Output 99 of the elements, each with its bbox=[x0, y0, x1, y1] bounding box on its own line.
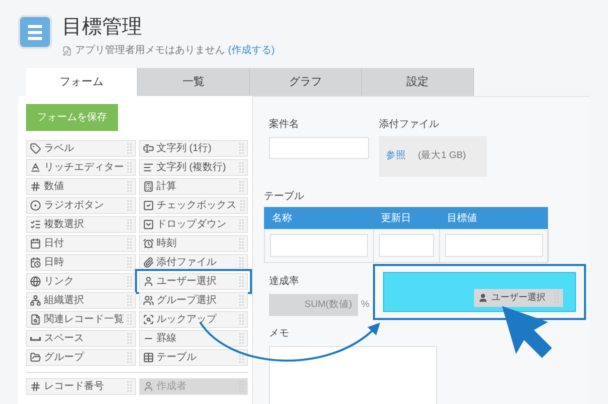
palette-item[interactable]: 関連レコード一覧 bbox=[26, 311, 136, 328]
column-header: 目標値 bbox=[446, 212, 478, 226]
tag-icon bbox=[30, 143, 41, 154]
table-input-field[interactable] bbox=[379, 234, 434, 257]
column-header: 名称 bbox=[271, 212, 293, 226]
text-field-icon bbox=[142, 143, 154, 154]
drag-handle-icon[interactable] bbox=[239, 332, 244, 344]
palette-item[interactable]: テーブル bbox=[138, 349, 248, 366]
hash-icon bbox=[30, 181, 41, 192]
calculator-icon bbox=[142, 181, 154, 192]
palette-item[interactable]: 文字列 (複数行) bbox=[138, 159, 248, 176]
field-label: 案件名 bbox=[269, 118, 300, 132]
palette-item[interactable]: 日付 bbox=[26, 235, 136, 252]
size-limit: (最大1 GB) bbox=[418, 149, 466, 164]
search-icon bbox=[142, 314, 154, 325]
table-icon bbox=[142, 352, 154, 363]
palette-item[interactable]: 日時 bbox=[26, 254, 136, 271]
tab[interactable]: フォーム bbox=[26, 68, 138, 96]
drag-handle-icon[interactable] bbox=[239, 142, 244, 154]
palette-item[interactable]: 文字列 (1行) bbox=[138, 140, 248, 157]
network-icon bbox=[30, 295, 41, 306]
drag-handle-icon[interactable] bbox=[239, 276, 244, 288]
tab[interactable]: グラフ bbox=[250, 68, 362, 96]
user-icon bbox=[142, 381, 154, 392]
text-lines-icon bbox=[142, 162, 154, 173]
list-icon bbox=[30, 219, 41, 230]
field-label: メモ bbox=[268, 327, 290, 341]
drag-handle-icon[interactable] bbox=[126, 380, 132, 392]
column-header: 更新日 bbox=[380, 212, 412, 226]
file-search-icon bbox=[30, 314, 41, 325]
memo-note: アプリ管理者用メモはありません bbox=[75, 44, 225, 58]
formula-text: SUM(数値) bbox=[304, 298, 352, 312]
palette-item[interactable]: グループ bbox=[26, 349, 136, 366]
user-icon bbox=[478, 293, 488, 303]
calendar-icon bbox=[30, 238, 41, 249]
drag-handle-icon[interactable] bbox=[126, 294, 132, 306]
drag-handle-icon[interactable] bbox=[239, 180, 244, 192]
users-icon bbox=[142, 295, 154, 306]
drag-handle-icon[interactable] bbox=[126, 180, 132, 192]
dropdown-icon bbox=[142, 219, 154, 230]
attachment-field[interactable]: 参照 (最大1 GB) bbox=[379, 136, 487, 177]
palette-item[interactable]: 計算 bbox=[138, 178, 248, 195]
dragged-field-chip[interactable]: ユーザー選択 bbox=[474, 289, 564, 307]
palette-item[interactable]: ユーザー選択 bbox=[138, 273, 248, 290]
user-icon bbox=[142, 276, 154, 287]
drag-handle-icon[interactable] bbox=[239, 162, 244, 174]
palette-item[interactable]: 時刻 bbox=[138, 235, 248, 252]
app-icon bbox=[18, 15, 52, 49]
drag-handle-icon[interactable] bbox=[239, 218, 244, 230]
drag-handle-icon[interactable] bbox=[126, 142, 132, 154]
memo-textarea[interactable] bbox=[269, 346, 437, 404]
palette-item[interactable]: ラジオボタン bbox=[26, 197, 136, 214]
palette-item[interactable]: 数値 bbox=[26, 178, 136, 195]
palette-item[interactable]: グループ選択 bbox=[138, 292, 248, 309]
palette-item[interactable]: 組織選択 bbox=[26, 292, 136, 309]
calendar-clock-icon bbox=[30, 257, 41, 268]
drag-handle-icon[interactable] bbox=[126, 332, 132, 344]
drag-handle-icon[interactable] bbox=[240, 200, 244, 212]
space-icon bbox=[30, 336, 41, 340]
radio-icon bbox=[30, 200, 41, 211]
drag-handle-icon[interactable] bbox=[127, 314, 132, 326]
drag-handle-icon[interactable] bbox=[239, 294, 244, 306]
globe-icon bbox=[30, 276, 41, 287]
checkbox-icon bbox=[142, 200, 154, 211]
app-title: 目標管理 bbox=[62, 15, 143, 39]
drag-handle-icon[interactable] bbox=[239, 238, 244, 250]
text-input-field[interactable] bbox=[269, 137, 369, 159]
palette-item[interactable]: ドロップダウン bbox=[138, 216, 248, 233]
tab[interactable]: 一覧 bbox=[138, 68, 250, 96]
drag-handle-icon[interactable] bbox=[126, 276, 132, 288]
drag-handle-icon[interactable] bbox=[239, 256, 244, 268]
table-input-field[interactable] bbox=[270, 234, 368, 257]
drag-handle-icon[interactable] bbox=[126, 238, 132, 250]
drag-handle-icon[interactable] bbox=[126, 218, 132, 230]
palette-item[interactable]: 罫線 bbox=[138, 330, 248, 347]
tab[interactable]: 設定 bbox=[362, 68, 474, 96]
palette-item[interactable]: レコード番号 bbox=[26, 378, 136, 395]
palette-item[interactable]: ラベル bbox=[26, 140, 136, 157]
palette-item[interactable]: リッチエディター bbox=[26, 159, 136, 176]
drag-handle-icon[interactable] bbox=[127, 162, 132, 174]
drag-handle-icon[interactable] bbox=[126, 352, 132, 364]
field-label: 達成率 bbox=[269, 274, 300, 289]
drag-handle-icon[interactable] bbox=[126, 200, 132, 212]
letter-icon bbox=[30, 162, 41, 173]
alarm-clock-icon bbox=[142, 238, 154, 249]
palette-item[interactable]: 複数選択 bbox=[26, 216, 136, 233]
unit-label: % bbox=[361, 298, 370, 312]
table-input-field[interactable] bbox=[445, 234, 543, 257]
drag-handle-icon[interactable] bbox=[239, 314, 244, 326]
folder-icon bbox=[30, 352, 41, 363]
table-label: テーブル bbox=[264, 190, 305, 204]
hash-icon bbox=[30, 381, 41, 392]
palette-item[interactable]: チェックボックス bbox=[138, 197, 248, 214]
field-label: 添付ファイル bbox=[379, 118, 440, 132]
drag-handle-icon[interactable] bbox=[126, 256, 132, 268]
palette-item[interactable]: リンク bbox=[26, 273, 136, 290]
palette-item[interactable]: スペース bbox=[26, 330, 136, 347]
note-icon bbox=[62, 46, 72, 56]
paperclip-icon bbox=[142, 257, 154, 268]
